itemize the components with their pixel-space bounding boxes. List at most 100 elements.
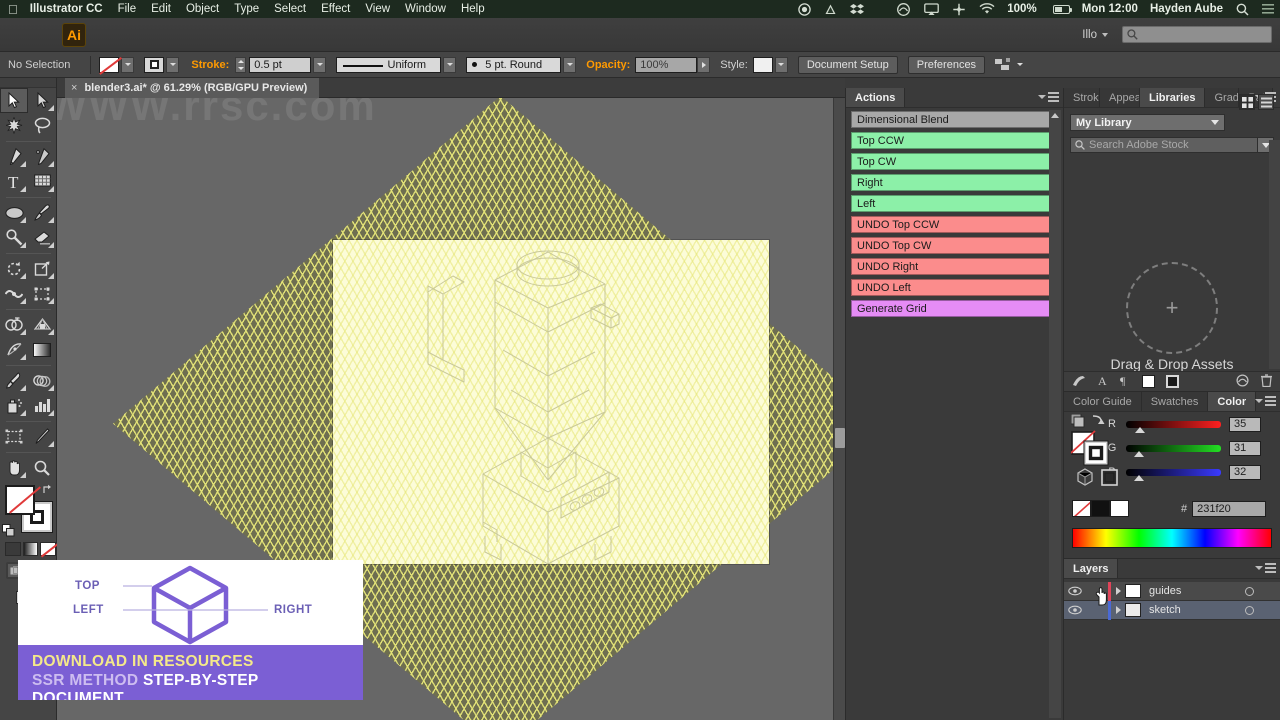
gradient-button[interactable] <box>22 542 39 556</box>
creative-cloud-icon[interactable] <box>896 2 911 16</box>
menu-item-select[interactable]: Select <box>274 3 306 15</box>
slider-b[interactable] <box>1126 468 1221 481</box>
delete-icon[interactable] <box>1261 373 1272 390</box>
layer-name-sketch[interactable]: sketch <box>1149 604 1181 616</box>
touch-type-tool[interactable] <box>28 169 56 194</box>
slider-r[interactable] <box>1126 420 1221 433</box>
opacity-input[interactable]: 100% <box>635 56 698 73</box>
workspace-chevron-down-icon[interactable] <box>1102 32 1108 37</box>
menu-item-help[interactable]: Help <box>461 3 485 15</box>
action-row[interactable]: UNDO Top CCW <box>851 216 1061 233</box>
menu-item-object[interactable]: Object <box>186 3 219 15</box>
graphic-style-button[interactable] <box>752 56 773 73</box>
value-g[interactable]: 31 <box>1229 440 1261 456</box>
width-profile-chevron-down-icon[interactable] <box>443 56 457 73</box>
hand-tool[interactable] <box>0 455 28 480</box>
symbol-sprayer-tool[interactable] <box>0 393 28 418</box>
document-tab[interactable]: × blender3.ai* @ 61.29% (RGB/GPU Preview… <box>65 78 320 98</box>
selection-tool[interactable] <box>0 88 28 113</box>
preferences-button[interactable]: Preferences <box>907 55 986 74</box>
list-view-button[interactable] <box>1258 94 1274 110</box>
menu-item-illustrator-cc[interactable]: Illustrator CC <box>30 3 103 15</box>
paintbrush-tool[interactable] <box>28 200 56 225</box>
action-row[interactable]: Right <box>851 174 1061 191</box>
white-swatch[interactable] <box>1110 500 1129 517</box>
tools-panel-grip[interactable] <box>0 78 56 88</box>
color-button[interactable] <box>5 542 21 556</box>
value-b[interactable]: 32 <box>1229 464 1261 480</box>
wifi-icon[interactable] <box>979 2 995 16</box>
action-row[interactable]: UNDO Right <box>851 258 1061 275</box>
record-icon[interactable] <box>798 2 812 16</box>
graphic-style-chevron-down-icon[interactable] <box>774 56 788 73</box>
direct-selection-tool[interactable] <box>28 88 56 113</box>
grid-view-button[interactable] <box>1239 94 1255 110</box>
action-row[interactable]: UNDO Top CW <box>851 237 1061 254</box>
document-setup-button[interactable]: Document Setup <box>797 55 898 74</box>
add-stroke-color-icon[interactable] <box>1166 375 1179 388</box>
layer-target-icon[interactable] <box>1245 605 1254 615</box>
black-swatch[interactable] <box>1091 500 1110 517</box>
tab-layers[interactable]: Layers <box>1064 559 1119 578</box>
none-button[interactable] <box>40 542 57 556</box>
brush-definition-select[interactable]: 5 pt. Round <box>466 56 562 73</box>
actions-panel-menu-button[interactable] <box>1038 92 1059 102</box>
zoom-tool[interactable] <box>28 455 56 480</box>
action-row[interactable]: Top CCW <box>851 132 1061 149</box>
perspective-grid-tool[interactable] <box>28 312 56 337</box>
width-profile-select[interactable]: Uniform <box>336 56 442 73</box>
drop-target-circle[interactable]: + <box>1126 262 1218 354</box>
add-graphic-icon[interactable] <box>1072 374 1086 389</box>
dropbox-icon[interactable] <box>850 3 865 16</box>
canvas-scrollbar-handle[interactable] <box>835 428 845 448</box>
color-panel-menu-button[interactable] <box>1255 396 1276 406</box>
shaper-tool[interactable] <box>0 225 28 250</box>
workspace-switcher-label[interactable]: Illo <box>1082 29 1097 41</box>
tab-swatches[interactable]: Swatches <box>1141 392 1209 411</box>
magic-wand-tool[interactable] <box>0 113 28 138</box>
sync-icon[interactable] <box>1235 373 1250 390</box>
spotlight-search-icon[interactable] <box>1236 3 1249 16</box>
libraries-scrollbar[interactable] <box>1269 140 1280 369</box>
menu-item-type[interactable]: Type <box>234 3 259 15</box>
artboard-tool[interactable] <box>0 424 28 449</box>
align-chevron-down-icon[interactable] <box>1013 57 1026 73</box>
default-fill-stroke-icon[interactable] <box>2 524 15 537</box>
airplay-icon[interactable] <box>924 2 940 16</box>
scale-tool[interactable] <box>28 256 56 281</box>
slider-thumb-b[interactable] <box>1134 474 1144 481</box>
visibility-toggle-icon[interactable] <box>1064 586 1086 596</box>
layer-target-icon[interactable] <box>1245 586 1254 596</box>
close-icon[interactable]: × <box>71 82 77 94</box>
brush-definition-chevron-down-icon[interactable] <box>563 56 577 73</box>
menu-item-file[interactable]: File <box>118 3 137 15</box>
action-row[interactable]: Left <box>851 195 1061 212</box>
blend-tool[interactable] <box>28 368 56 393</box>
action-row[interactable]: Dimensional Blend <box>851 111 1061 128</box>
battery-icon[interactable] <box>1050 4 1072 14</box>
stroke-color-button[interactable] <box>144 56 165 73</box>
stroke-weight-input[interactable]: 0.5 pt <box>249 56 312 73</box>
fill-color-indicator[interactable] <box>5 485 35 515</box>
menu-item-effect[interactable]: Effect <box>321 3 350 15</box>
slider-thumb-g[interactable] <box>1134 450 1144 457</box>
ellipse-tool[interactable] <box>0 200 28 225</box>
menu-item-edit[interactable]: Edit <box>151 3 171 15</box>
stroke-weight-label[interactable]: Stroke: <box>191 59 229 71</box>
user-name-label[interactable]: Hayden Aube <box>1150 3 1223 15</box>
stroke-chevron-down-icon[interactable] <box>166 56 180 73</box>
library-select[interactable]: My Library <box>1070 114 1225 131</box>
rotate-tool[interactable] <box>0 256 28 281</box>
eraser-tool[interactable] <box>28 225 56 250</box>
action-row[interactable]: UNDO Left <box>851 279 1061 296</box>
value-r[interactable]: 35 <box>1229 416 1261 432</box>
opacity-label[interactable]: Opacity: <box>586 59 630 71</box>
slider-thumb-r[interactable] <box>1135 426 1145 433</box>
swap-fill-stroke-icon[interactable] <box>43 484 53 494</box>
menu-item-window[interactable]: Window <box>405 3 446 15</box>
slice-tool[interactable] <box>28 424 56 449</box>
curvature-tool[interactable] <box>28 144 56 169</box>
visibility-toggle-icon[interactable] <box>1064 605 1086 615</box>
fill-chevron-down-icon[interactable] <box>121 56 135 73</box>
tab-appearance[interactable]: Appea <box>1100 88 1140 107</box>
